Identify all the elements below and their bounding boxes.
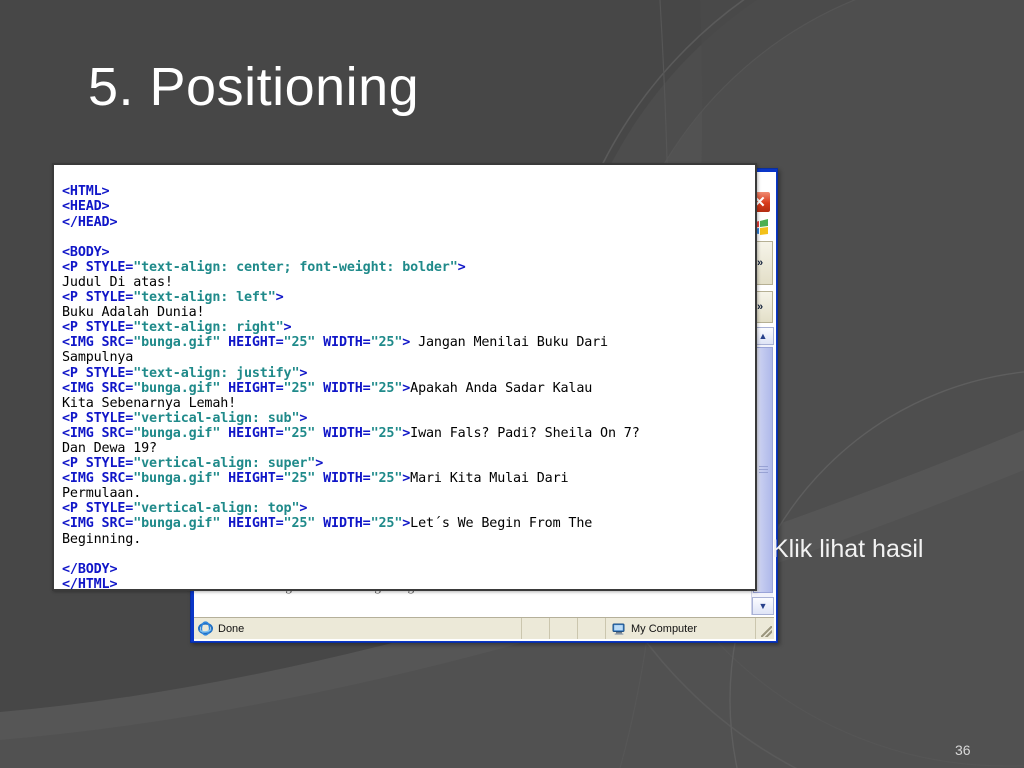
status-cell-1 — [522, 618, 550, 639]
security-zone-indicator[interactable]: My Computer — [606, 618, 756, 639]
security-zone-text: My Computer — [631, 622, 698, 635]
page-title: 5. Positioning — [88, 57, 420, 117]
status-bar: Done My Computer — [194, 617, 774, 639]
presentation-slide: 5. Positioning ✕ » » ▲ ▼ ✱ Let´s We Begi… — [0, 0, 1024, 768]
internet-explorer-icon — [198, 621, 213, 636]
status-cell-3 — [578, 618, 606, 639]
scroll-down-icon[interactable]: ▼ — [752, 597, 774, 615]
status-message: Done — [194, 618, 522, 639]
klik-lihat-hasil-caption: Klik lihat hasil — [772, 535, 924, 563]
html-source-code: <HTML> <HEAD> </HEAD> <BODY> <P STYLE="t… — [62, 184, 640, 591]
status-text: Done — [218, 622, 245, 635]
resize-grip[interactable] — [756, 618, 774, 639]
my-computer-icon — [612, 623, 625, 635]
code-screenshot-panel: <HTML> <HEAD> </HEAD> <BODY> <P STYLE="t… — [52, 163, 757, 591]
slide-page-number: 36 — [955, 742, 971, 758]
status-cell-2 — [550, 618, 578, 639]
